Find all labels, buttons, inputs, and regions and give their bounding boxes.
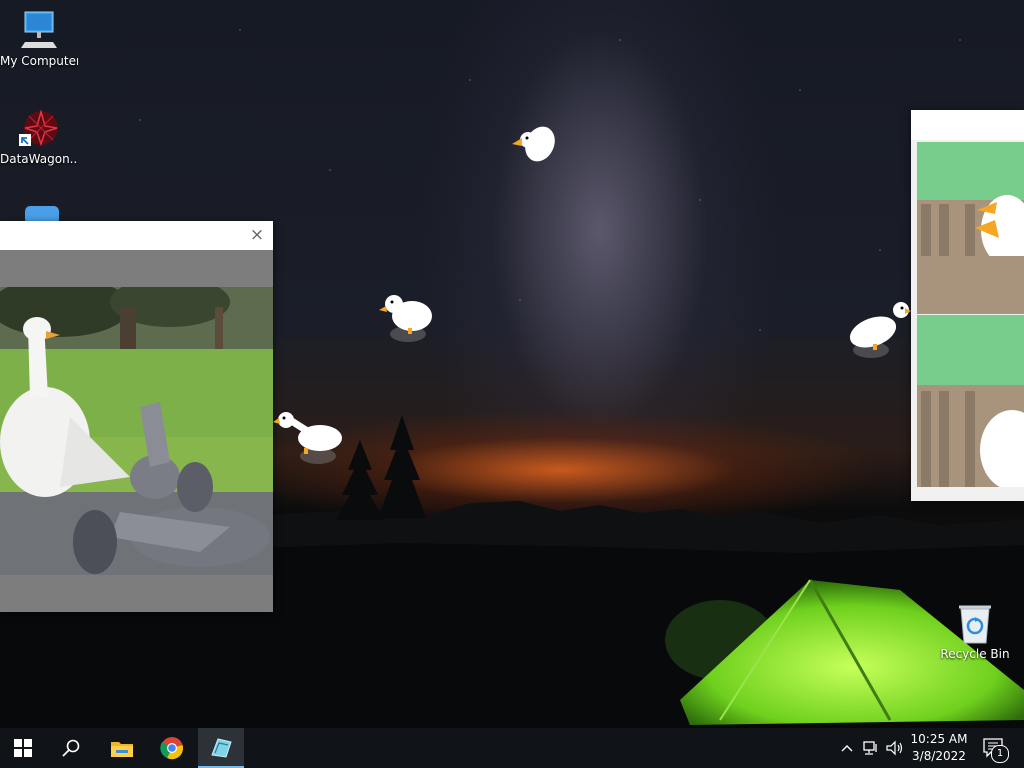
window-titlebar[interactable]: ×: [0, 221, 273, 250]
comic-panel-2: [917, 315, 1024, 487]
show-hidden-icons-button[interactable]: [838, 728, 856, 768]
desktop-icon-datawagon[interactable]: DataWagon...: [0, 108, 78, 166]
notification-count-badge: 1: [991, 745, 1009, 763]
comic-panel-fence: [917, 195, 1024, 314]
desktop-goose-2[interactable]: [378, 292, 436, 344]
windows-start-icon: [14, 739, 32, 757]
network-button[interactable]: [860, 728, 882, 768]
window-titlebar[interactable]: [911, 110, 1024, 140]
speaker-icon: [886, 740, 903, 756]
datawagon-icon: [19, 108, 59, 148]
desktop-goose-1[interactable]: [510, 122, 556, 168]
clock-time: 10:25 AM: [910, 732, 968, 746]
desktop-icon-label: Recycle Bin: [940, 647, 1010, 661]
file-explorer-button[interactable]: [99, 728, 145, 768]
desktop-icon-label: DataWagon...: [0, 152, 78, 166]
taskbar: 10:25 AM 3/8/2022 1: [0, 728, 1024, 768]
goose-comic-window[interactable]: [911, 110, 1024, 501]
goose-app-button[interactable]: [198, 728, 244, 768]
desktop-goose-3[interactable]: [845, 300, 911, 362]
computer-icon: [19, 10, 59, 50]
volume-button[interactable]: [884, 728, 906, 768]
comic-panel-fence: [917, 385, 1024, 487]
search-icon: [62, 739, 80, 757]
desktop-icon-my-computer[interactable]: My Computer: [0, 10, 78, 68]
comic-panel-grass: [917, 315, 1024, 385]
desktop-icon-label: My Computer: [0, 54, 78, 68]
file-explorer-icon: [111, 742, 133, 757]
chrome-icon: [160, 737, 183, 760]
recycle-bin-icon: [955, 603, 995, 644]
chrome-button[interactable]: [149, 728, 195, 768]
start-button[interactable]: [0, 728, 46, 768]
comic-panel-1: [917, 142, 1024, 314]
chevron-up-icon: [841, 745, 853, 752]
action-center-button[interactable]: 1: [980, 728, 1010, 768]
search-button[interactable]: [48, 728, 94, 768]
system-clock[interactable]: 10:25 AM 3/8/2022: [905, 731, 973, 765]
network-icon: [863, 741, 877, 755]
video-content: [0, 287, 273, 575]
clock-date: 3/8/2022: [912, 749, 966, 763]
desktop-icon-recycle-bin[interactable]: Recycle Bin: [936, 603, 1014, 661]
close-icon[interactable]: ×: [249, 227, 265, 244]
desktop-goose-4[interactable]: [272, 408, 346, 468]
video-popup-window[interactable]: ×: [0, 221, 273, 612]
goose-app-icon: [211, 738, 232, 758]
